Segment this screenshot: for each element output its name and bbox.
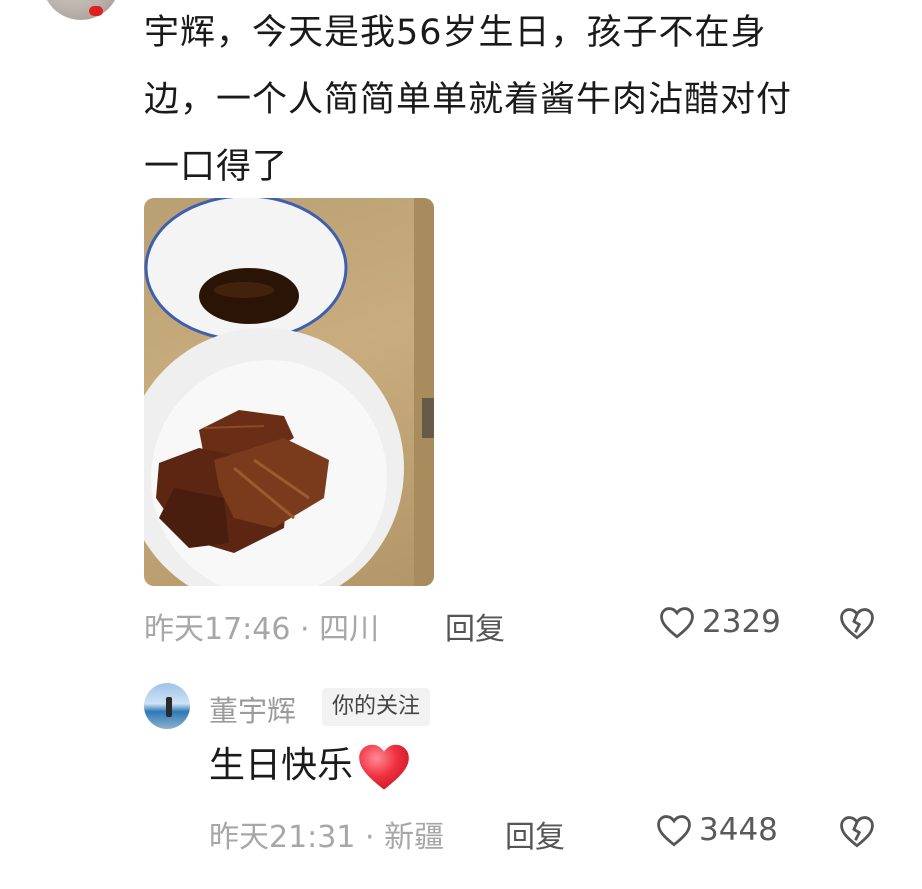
- broken-heart-icon[interactable]: [838, 606, 876, 640]
- like-count-2: 3448: [699, 812, 778, 848]
- reply-button-2[interactable]: 回复: [505, 812, 565, 856]
- comment-photo[interactable]: [144, 198, 434, 586]
- like-button[interactable]: 2329: [658, 604, 781, 640]
- reply-message: 生日快乐: [209, 745, 354, 786]
- reply-text: 生日快乐: [209, 738, 413, 794]
- commenter-avatar[interactable]: [42, 0, 120, 20]
- comment-line-1: 宇辉，今天是我56岁生日，孩子不在身: [144, 13, 767, 53]
- reply-button[interactable]: 回复: [445, 604, 505, 648]
- reply-time-location: 昨天21:31 · 新疆: [209, 820, 445, 855]
- replier-username[interactable]: 董宇辉: [209, 688, 296, 730]
- like-count: 2329: [702, 604, 781, 640]
- comment-line-3: 一口得了: [144, 147, 289, 187]
- comment-text: 宇辉，今天是我56岁生日，孩子不在身 边，一个人简简单单就着酱牛肉沾醋对付 一口…: [144, 0, 884, 201]
- following-badge: 你的关注: [322, 688, 431, 726]
- beef-photo-drawing: [144, 198, 434, 586]
- comment-line-2: 边，一个人简简单单就着酱牛肉沾醋对付: [144, 80, 793, 120]
- red-heart-emoji: [359, 744, 409, 790]
- broken-heart-icon[interactable]: [838, 814, 876, 848]
- heart-outline-icon: [657, 815, 691, 847]
- like-button-2[interactable]: 3448: [655, 812, 778, 848]
- replier-avatar[interactable]: [144, 683, 190, 729]
- comment-time-location: 昨天17:46 · 四川: [144, 612, 380, 647]
- heart-outline-icon: [660, 607, 694, 639]
